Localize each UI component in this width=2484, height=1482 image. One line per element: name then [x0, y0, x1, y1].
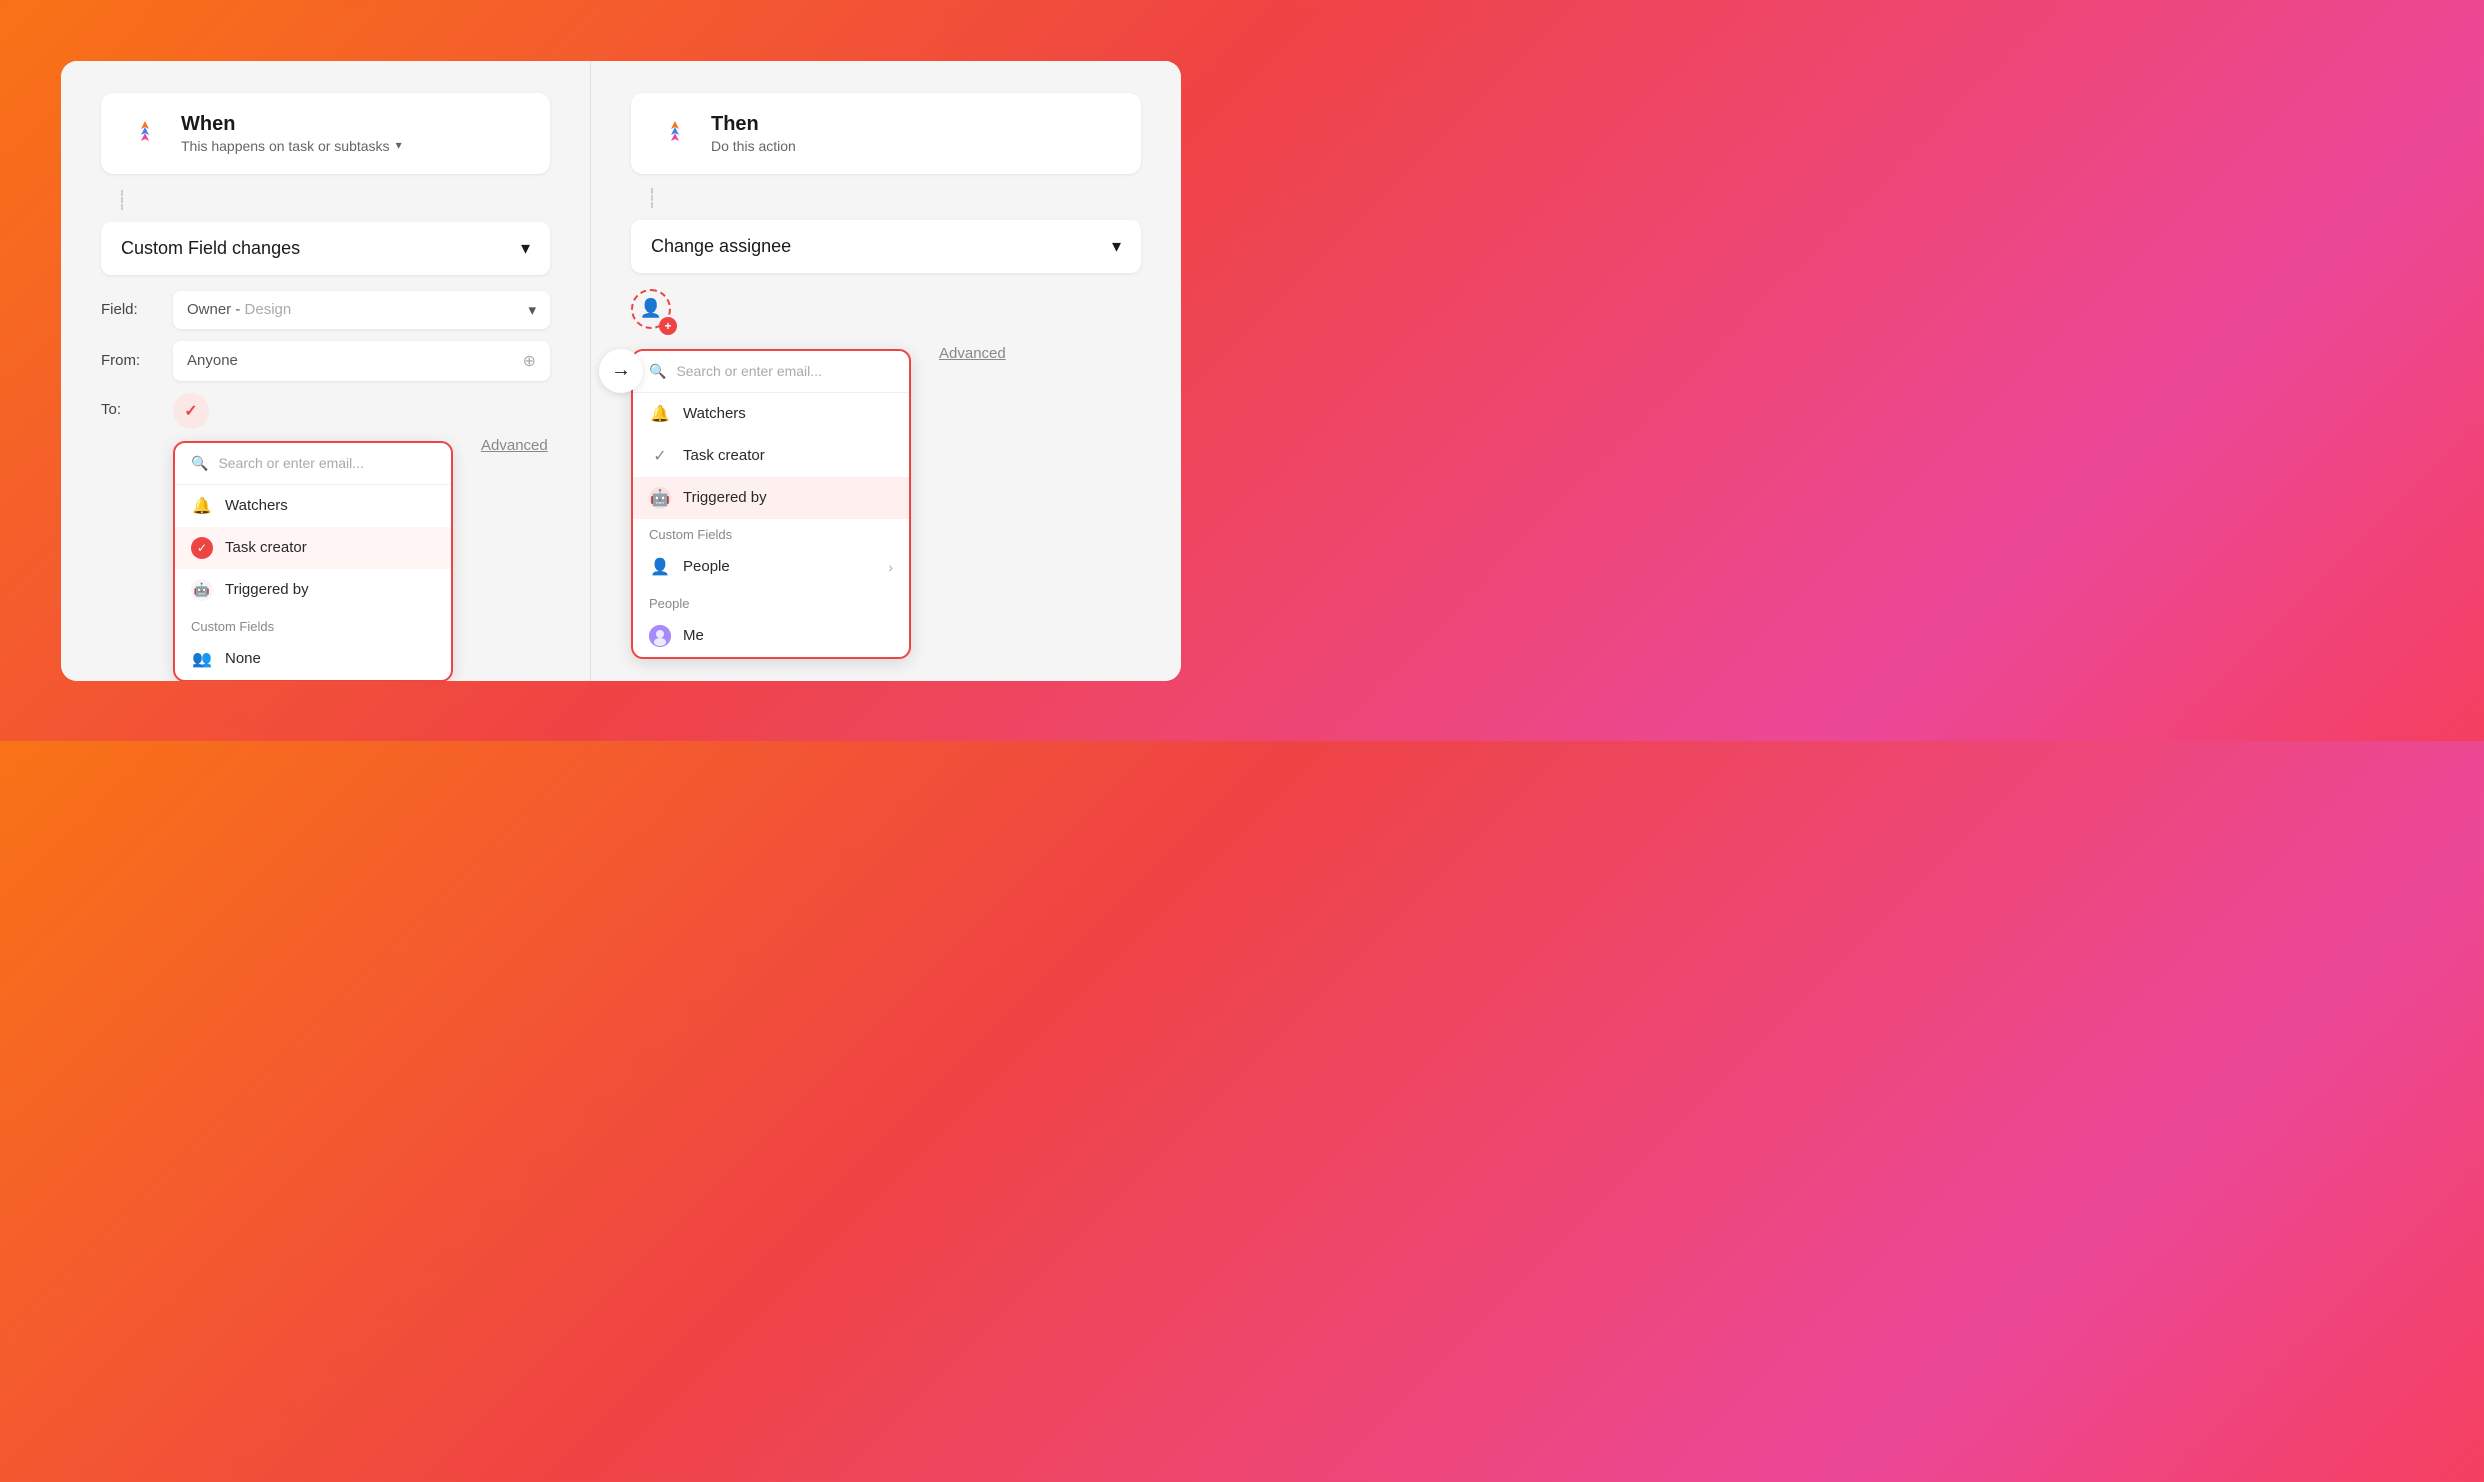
left-logo-icon — [125, 113, 165, 153]
left-item-watchers[interactable]: 🔔 Watchers — [175, 485, 451, 527]
check-icon: ✓ — [191, 537, 213, 559]
right-people-label: People — [683, 558, 730, 575]
to-value[interactable]: ✓ — [173, 393, 209, 429]
right-watchers-label: Watchers — [683, 405, 746, 422]
right-task-creator-label: Task creator — [683, 447, 765, 464]
task-creator-label: Task creator — [225, 539, 307, 556]
right-search-input[interactable]: Search or enter email... — [676, 363, 822, 379]
right-search-row[interactable]: 🔍 Search or enter email... — [633, 351, 909, 393]
right-action-dropdown[interactable]: Change assignee ▾ — [631, 220, 1141, 273]
left-panel: When This happens on task or subtasks ▾ … — [61, 61, 591, 681]
then-subtitle: Do this action — [711, 138, 796, 154]
left-custom-fields-header: Custom Fields — [175, 611, 451, 638]
from-select[interactable]: Anyone ⊕ — [173, 341, 550, 381]
plus-badge: + — [659, 317, 677, 335]
from-value: Anyone — [187, 352, 238, 369]
person-icon: 👤 — [640, 298, 662, 319]
trigger-chevron: ▾ — [521, 238, 530, 259]
to-checkmark: ✓ — [184, 401, 197, 421]
from-add-icon: ⊕ — [523, 351, 536, 371]
arrow-circle: → — [599, 349, 643, 393]
right-item-task-creator[interactable]: ✓ Task creator — [633, 435, 909, 477]
when-title: When — [181, 113, 402, 136]
from-label: From: — [101, 352, 161, 369]
to-row: To: ✓ — [101, 393, 550, 429]
field-row: Field: Owner - Design ▾ — [101, 291, 550, 329]
field-label: Field: — [101, 301, 161, 318]
field-value: Owner - Design — [187, 301, 291, 318]
left-dashed-line — [121, 190, 123, 210]
when-subtitle: This happens on task or subtasks — [181, 138, 390, 154]
when-card: When This happens on task or subtasks ▾ — [101, 93, 550, 174]
people-left: 👤 People — [649, 556, 730, 578]
action-chevron: ▾ — [1112, 236, 1121, 257]
trigger-icon: 🤖 — [191, 579, 213, 601]
right-people-header: People — [633, 588, 909, 615]
bell-icon: 🔔 — [191, 495, 213, 517]
left-search-row[interactable]: 🔍 Search or enter email... — [175, 443, 451, 485]
then-title: Then — [711, 113, 796, 136]
me-avatar — [649, 625, 671, 647]
triggered-by-label: Triggered by — [225, 581, 309, 598]
left-item-triggered-by[interactable]: 🤖 Triggered by — [175, 569, 451, 611]
right-item-me[interactable]: Me — [633, 615, 909, 657]
right-item-triggered-by[interactable]: 🤖 Triggered by — [633, 477, 909, 519]
right-search-icon: 🔍 — [649, 363, 666, 380]
right-people-icon: 👤 — [649, 556, 671, 578]
to-label: To: — [101, 393, 161, 418]
people-chevron-icon: › — [888, 559, 893, 575]
left-dropdown-popup: 🔍 Search or enter email... 🔔 Watchers ✓ … — [173, 441, 453, 681]
from-row: From: Anyone ⊕ — [101, 341, 550, 381]
none-label: None — [225, 650, 261, 667]
right-trigger-icon: 🤖 — [649, 487, 671, 509]
left-item-none[interactable]: 👥 None — [175, 638, 451, 680]
right-dashed-line — [651, 188, 653, 208]
then-card-text: Then Do this action — [711, 113, 796, 154]
trigger-label: Custom Field changes — [121, 238, 300, 259]
right-bell-icon: 🔔 — [649, 403, 671, 425]
left-search-input[interactable]: Search or enter email... — [218, 455, 364, 471]
add-assignee-icon[interactable]: 👤 + — [631, 289, 675, 333]
left-advanced-link[interactable]: Advanced — [481, 437, 548, 454]
right-custom-fields-header: Custom Fields — [633, 519, 909, 546]
right-triggered-by-label: Triggered by — [683, 489, 767, 506]
right-dropdown-popup: 🔍 Search or enter email... 🔔 Watchers ✓ … — [631, 349, 911, 659]
me-label: Me — [683, 627, 704, 644]
watchers-label: Watchers — [225, 497, 288, 514]
left-item-task-creator[interactable]: ✓ Task creator — [175, 527, 451, 569]
field-select[interactable]: Owner - Design ▾ — [173, 291, 550, 329]
trigger-dropdown[interactable]: Custom Field changes ▾ — [101, 222, 550, 275]
right-item-watchers[interactable]: 🔔 Watchers — [633, 393, 909, 435]
action-label: Change assignee — [651, 236, 791, 257]
field-chevron: ▾ — [528, 301, 536, 319]
right-item-people[interactable]: 👤 People › — [633, 546, 909, 588]
right-logo-icon — [655, 113, 695, 153]
arrow-icon: → — [611, 359, 631, 382]
right-check-icon: ✓ — [649, 445, 671, 467]
right-panel: Then Do this action Change assignee ▾ 👤 … — [591, 61, 1181, 681]
left-search-icon: 🔍 — [191, 455, 208, 472]
right-advanced-link[interactable]: Advanced — [939, 345, 1006, 362]
when-chevron[interactable]: ▾ — [396, 138, 402, 152]
people-icon: 👥 — [191, 648, 213, 670]
when-card-text: When This happens on task or subtasks ▾ — [181, 113, 402, 154]
then-card: Then Do this action — [631, 93, 1141, 174]
main-container: When This happens on task or subtasks ▾ … — [61, 61, 1181, 681]
